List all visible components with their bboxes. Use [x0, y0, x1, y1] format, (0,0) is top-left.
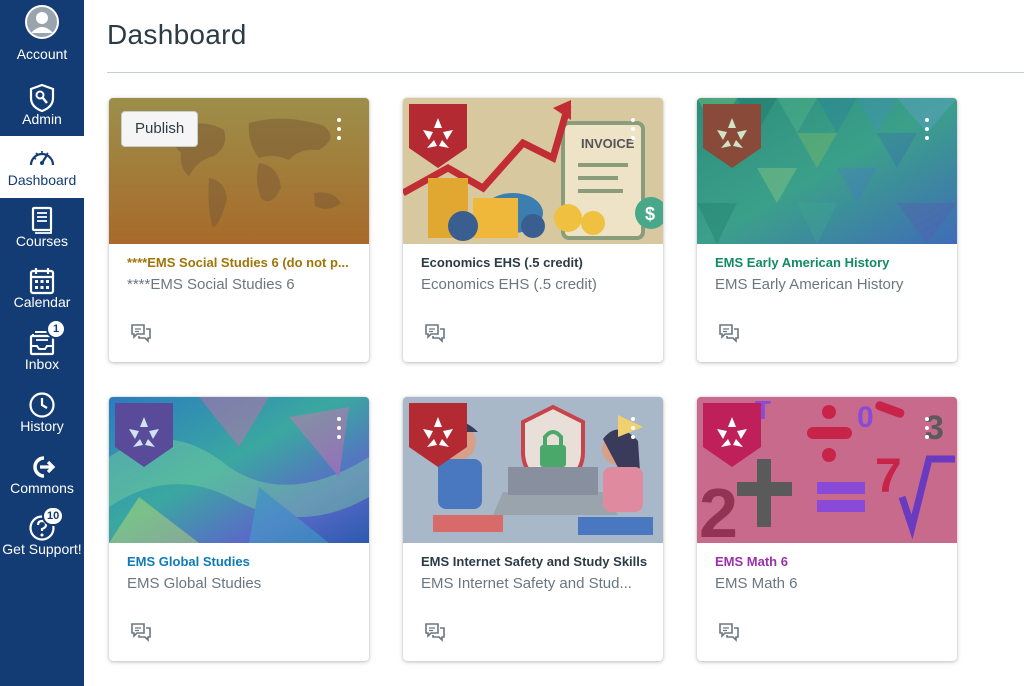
svg-text:2: 2 — [699, 474, 738, 543]
publish-button[interactable]: Publish — [121, 111, 199, 147]
nav-item-calendar[interactable]: Calendar — [0, 259, 84, 321]
svg-text:7: 7 — [875, 450, 902, 503]
nav-label: History — [20, 418, 64, 434]
course-card-title[interactable]: EMS Math 6 — [715, 554, 943, 569]
page-title: Dashboard — [107, 19, 247, 50]
school-shield-logo-icon — [703, 104, 761, 168]
school-shield-logo-icon — [409, 403, 467, 467]
card-options-kebab-icon[interactable] — [329, 415, 349, 441]
course-card-hero[interactable]: INVOICE $ — [403, 98, 663, 244]
inbox-unread-badge: 1 — [46, 319, 66, 339]
nav-item-dashboard[interactable]: Dashboard — [0, 136, 84, 198]
course-card-hero[interactable] — [109, 397, 369, 543]
nav-label: Admin — [22, 111, 62, 127]
account-avatar-icon — [0, 5, 84, 39]
discussions-icon[interactable] — [423, 621, 447, 643]
course-card-hero[interactable] — [697, 98, 957, 244]
course-card-subtitle: ****EMS Social Studies 6 — [127, 276, 295, 293]
card-options-kebab-icon[interactable] — [917, 415, 937, 441]
support-count-badge: 10 — [42, 506, 65, 526]
course-card: INVOICE $ Economics EHS (.5 credit) Econ… — [403, 98, 663, 362]
course-card-hero[interactable]: 2 7 0 3 T — [697, 397, 957, 543]
card-options-kebab-icon[interactable] — [917, 116, 937, 142]
card-options-kebab-icon[interactable] — [329, 116, 349, 142]
school-shield-logo-icon — [409, 104, 467, 168]
school-shield-logo-icon — [703, 403, 761, 467]
nav-label: Inbox — [24, 356, 60, 372]
course-card-title[interactable]: EMS Internet Safety and Study Skills — [421, 554, 649, 569]
course-card: EMS Global Studies EMS Global Studies — [109, 397, 369, 661]
course-card: EMS Internet Safety and Study Skills EMS… — [403, 397, 663, 661]
course-card-title[interactable]: ****EMS Social Studies 6 (do not p... — [127, 255, 355, 270]
inbox-icon — [0, 326, 84, 358]
nav-label: Courses — [15, 233, 69, 249]
course-card-title[interactable]: EMS Global Studies — [127, 554, 355, 569]
school-shield-logo-icon — [115, 403, 173, 467]
course-card-title[interactable]: Economics EHS (.5 credit) — [421, 255, 649, 270]
nav-item-inbox[interactable]: 1 Inbox — [0, 319, 84, 382]
nav-item-courses[interactable]: Courses — [0, 198, 84, 260]
discussions-icon[interactable] — [129, 621, 153, 643]
global-nav: Account Admin Dashboard Courses Calendar… — [0, 0, 84, 686]
course-card-subtitle: EMS Early American History — [715, 276, 904, 293]
course-card-subtitle: EMS Math 6 — [715, 575, 798, 592]
card-options-kebab-icon[interactable] — [623, 116, 643, 142]
discussions-icon[interactable] — [423, 322, 447, 344]
nav-label: Account — [16, 46, 68, 62]
nav-label: Calendar — [13, 294, 71, 310]
svg-text:$: $ — [645, 204, 655, 224]
nav-item-get-support[interactable]: 10 Get Support! — [0, 506, 84, 568]
course-card-subtitle: EMS Internet Safety and Stud... — [421, 575, 632, 592]
header-divider — [107, 72, 1024, 73]
svg-text:0: 0 — [857, 401, 874, 434]
nav-label: Commons — [10, 480, 74, 496]
nav-item-commons[interactable]: Commons — [0, 445, 84, 507]
course-card: EMS Early American History EMS Early Ame… — [697, 98, 957, 362]
card-options-kebab-icon[interactable] — [623, 415, 643, 441]
discussions-icon[interactable] — [717, 322, 741, 344]
course-card-hero[interactable] — [403, 397, 663, 543]
nav-label: Get Support! — [2, 541, 82, 557]
course-card-subtitle: EMS Global Studies — [127, 575, 262, 592]
course-card: Publish ****EMS Social Studies 6 (do not… — [109, 98, 369, 362]
dashboard-gauge-icon — [0, 142, 84, 174]
nav-item-admin[interactable]: Admin — [0, 76, 84, 138]
nav-item-account[interactable]: Account — [0, 0, 84, 62]
course-card-hero[interactable]: Publish — [109, 98, 369, 244]
course-card: 2 7 0 3 T EMS Math 6 EMS Math 6 — [697, 397, 957, 661]
course-card-subtitle: Economics EHS (.5 credit) — [421, 276, 597, 293]
nav-label: Dashboard — [7, 172, 77, 188]
course-card-title[interactable]: EMS Early American History — [715, 255, 943, 270]
nav-item-history[interactable]: History — [0, 383, 84, 445]
discussions-icon[interactable] — [717, 621, 741, 643]
discussions-icon[interactable] — [129, 322, 153, 344]
